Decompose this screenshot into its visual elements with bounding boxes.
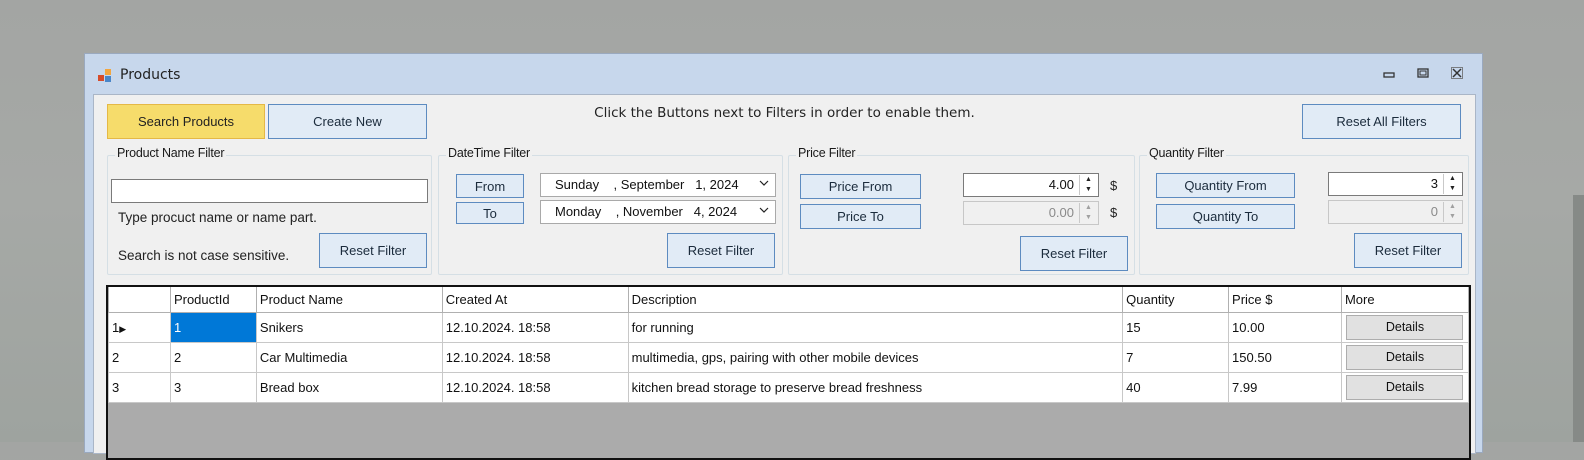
quantity-to-stepper: 0 ▲ ▼: [1328, 200, 1463, 224]
column-header-quantity[interactable]: Quantity: [1122, 287, 1230, 313]
quantity-to-button[interactable]: Quantity To: [1156, 204, 1295, 229]
cell-productid[interactable]: 3: [169, 371, 257, 403]
cell-description[interactable]: kitchen bread storage to preserve bread …: [627, 371, 1124, 403]
column-header-price[interactable]: Price $: [1228, 287, 1342, 313]
close-icon[interactable]: [1448, 66, 1466, 84]
cell-more: Details: [1340, 311, 1469, 343]
quantity-from-button[interactable]: Quantity From: [1156, 173, 1295, 198]
table-row[interactable]: 3 3 Bread box 12.10.2024. 18:58 kitchen …: [108, 371, 1469, 403]
reset-price-filter-button[interactable]: Reset Filter: [1020, 236, 1128, 271]
spin-arrows-icon: ▲ ▼: [1443, 202, 1461, 222]
filter-hint: Click the Buttons next to Filters in ord…: [594, 105, 975, 121]
cell-product-name[interactable]: Snikers: [255, 311, 443, 343]
cell-created-at[interactable]: 12.10.2024. 18:58: [441, 341, 629, 373]
spin-arrows-icon: ▲ ▼: [1079, 203, 1097, 223]
reset-quantity-filter-button[interactable]: Reset Filter: [1354, 233, 1462, 268]
quantity-filter-group: Quantity Filter Quantity From Quantity T…: [1139, 146, 1469, 275]
maximize-icon[interactable]: [1414, 66, 1432, 84]
date-to-value: Monday , November 4, 2024: [555, 204, 738, 219]
row-header[interactable]: 2: [108, 341, 171, 373]
details-button[interactable]: Details: [1346, 374, 1464, 400]
date-from-picker[interactable]: Sunday , September 1, 2024: [540, 173, 776, 197]
spin-arrows-icon[interactable]: ▲ ▼: [1079, 175, 1097, 195]
cell-product-name[interactable]: Car Multimedia: [255, 341, 443, 373]
cell-description[interactable]: multimedia, gps, pairing with other mobi…: [627, 341, 1124, 373]
cell-more: Details: [1340, 371, 1469, 403]
price-from-stepper[interactable]: 4.00 ▲ ▼: [963, 173, 1099, 197]
current-row-arrow-icon: ▶: [119, 323, 127, 334]
reset-name-filter-button[interactable]: Reset Filter: [319, 233, 427, 268]
cell-created-at[interactable]: 12.10.2024. 18:58: [441, 371, 629, 403]
column-header-more[interactable]: More: [1341, 287, 1469, 313]
date-from-button[interactable]: From: [456, 174, 524, 198]
cell-quantity[interactable]: 7: [1122, 341, 1230, 373]
datetime-filter-group: DateTime Filter From To Sunday , Septemb…: [438, 146, 783, 275]
desktop-edge: [1573, 195, 1584, 442]
price-to-button[interactable]: Price To: [800, 204, 921, 229]
case-help-text: Search is not case sensitive.: [118, 248, 290, 263]
price-from-currency: $: [1110, 178, 1118, 193]
reset-date-filter-button[interactable]: Reset Filter: [667, 233, 775, 268]
cell-price[interactable]: 7.99: [1228, 371, 1342, 403]
price-from-value: 4.00: [1048, 177, 1074, 192]
quantity-filter-title: Quantity Filter: [1147, 146, 1226, 160]
product-name-filter-title: Product Name Filter: [115, 146, 227, 160]
cell-product-name[interactable]: Bread box: [255, 371, 443, 403]
date-to-picker[interactable]: Monday , November 4, 2024: [540, 200, 776, 224]
cell-price[interactable]: 10.00: [1228, 311, 1342, 343]
cell-created-at[interactable]: 12.10.2024. 18:58: [441, 311, 629, 343]
details-button[interactable]: Details: [1346, 344, 1464, 370]
table-row[interactable]: 1▶ 1 Snikers 12.10.2024. 18:58 for runni…: [108, 311, 1469, 343]
reset-all-filters-button[interactable]: Reset All Filters: [1302, 104, 1461, 139]
price-to-value: 0.00: [1048, 205, 1074, 220]
table-row[interactable]: 2 2 Car Multimedia 12.10.2024. 18:58 mul…: [108, 341, 1469, 373]
date-to-button[interactable]: To: [456, 202, 524, 224]
title-bar[interactable]: Products: [85, 54, 1482, 94]
chevron-down-icon[interactable]: [758, 204, 770, 216]
quantity-from-value: 3: [1430, 176, 1438, 191]
price-from-button[interactable]: Price From: [800, 174, 921, 199]
products-window: Products Search Products Create New Clic…: [84, 53, 1483, 460]
minimize-icon[interactable]: [1380, 66, 1398, 84]
product-name-filter-group: Product Name Filter Type procuct name or…: [107, 146, 432, 275]
details-button[interactable]: Details: [1346, 314, 1464, 340]
cell-price[interactable]: 150.50: [1228, 341, 1342, 373]
window-title: Products: [120, 67, 181, 83]
price-to-stepper: 0.00 ▲ ▼: [963, 201, 1099, 225]
cell-productid[interactable]: 1: [169, 311, 257, 343]
spin-arrows-icon[interactable]: ▲ ▼: [1443, 174, 1461, 194]
row-header[interactable]: 1▶: [108, 311, 171, 343]
column-header-created-at[interactable]: Created At: [442, 287, 629, 313]
date-from-value: Sunday , September 1, 2024: [555, 177, 739, 192]
column-header-description[interactable]: Description: [628, 287, 1124, 313]
quantity-from-stepper[interactable]: 3 ▲ ▼: [1328, 172, 1463, 196]
cell-more: Details: [1340, 341, 1469, 373]
chevron-down-icon[interactable]: [758, 177, 770, 189]
column-header-product-name[interactable]: Product Name: [256, 287, 443, 313]
grid-header-row: ProductId Product Name Created At Descri…: [108, 287, 1469, 313]
form-client-area: Search Products Create New Click the But…: [93, 94, 1476, 460]
products-grid[interactable]: ProductId Product Name Created At Descri…: [106, 285, 1471, 460]
cell-description[interactable]: for running: [627, 311, 1124, 343]
quantity-to-value: 0: [1430, 204, 1438, 219]
name-help-text: Type procuct name or name part.: [118, 210, 317, 225]
price-filter-group: Price Filter Price From Price To 4.00 ▲ ▼…: [788, 146, 1135, 275]
datetime-filter-title: DateTime Filter: [446, 146, 532, 160]
cell-quantity[interactable]: 40: [1122, 371, 1230, 403]
cell-productid[interactable]: 2: [169, 341, 257, 373]
app-form-icon: [98, 69, 114, 83]
price-filter-title: Price Filter: [796, 146, 858, 160]
cell-quantity[interactable]: 15: [1122, 311, 1230, 343]
price-to-currency: $: [1110, 205, 1118, 220]
column-header-productid[interactable]: ProductId: [170, 287, 257, 313]
row-header-corner: [108, 287, 171, 313]
row-header[interactable]: 3: [108, 371, 171, 403]
product-name-input[interactable]: [111, 179, 428, 203]
